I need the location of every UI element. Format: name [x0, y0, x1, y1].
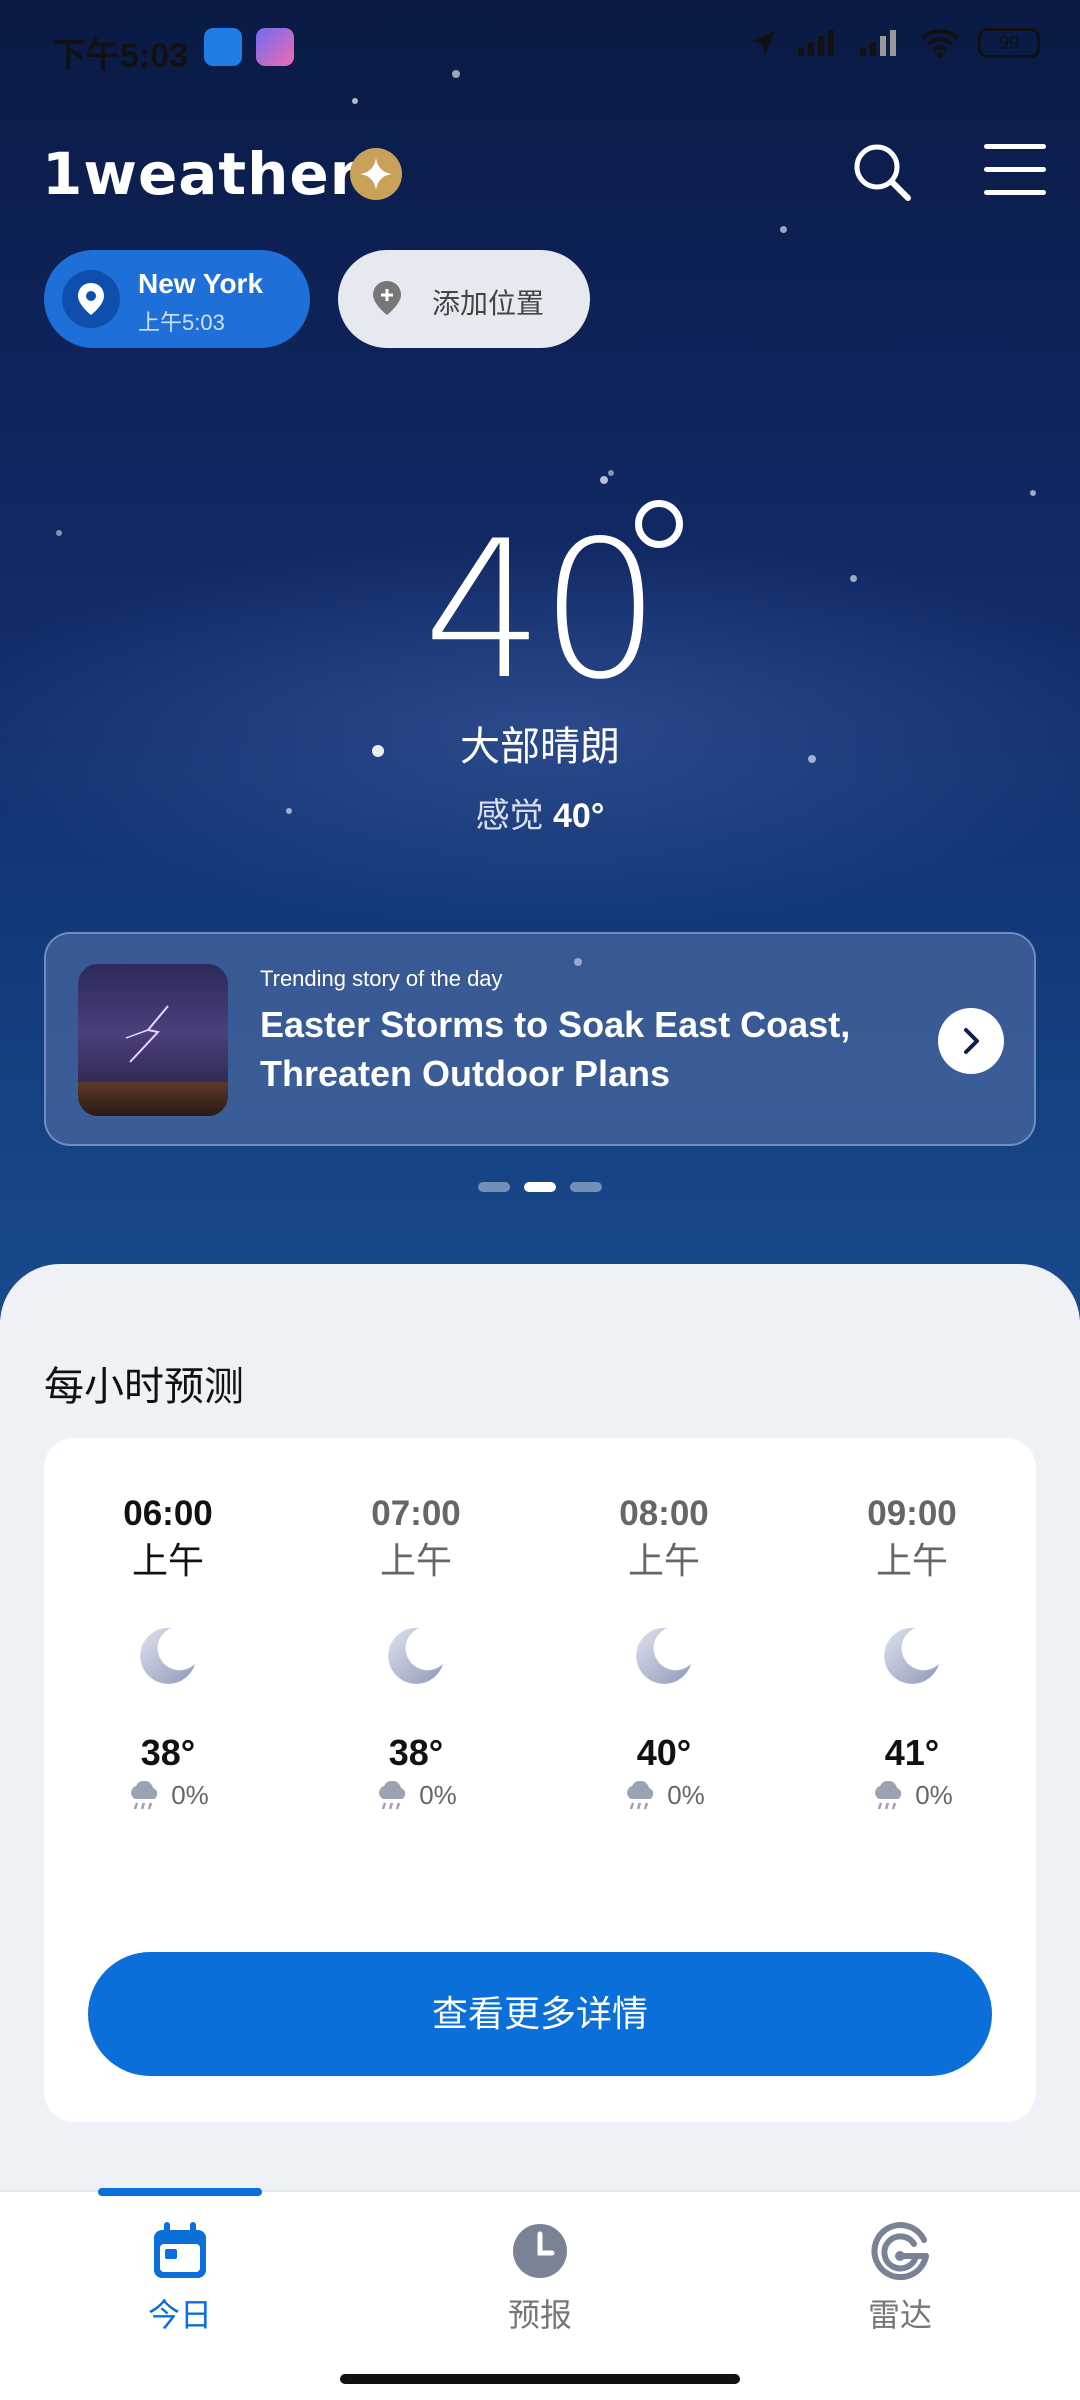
premium-star-icon[interactable] [350, 148, 402, 200]
clock-icon [513, 2224, 567, 2278]
chevron-right-icon[interactable] [938, 1008, 1004, 1074]
feels-like: 感觉 40° [0, 788, 1080, 837]
star [608, 470, 614, 476]
moon-icon [881, 1624, 943, 1686]
moon-icon [137, 1624, 199, 1686]
carousel-dot[interactable] [570, 1182, 602, 1192]
current-temperature: 40 [423, 500, 661, 721]
wifi-icon [920, 29, 960, 58]
star [780, 226, 787, 233]
location-city: New York [138, 268, 264, 299]
add-location-icon [373, 281, 401, 315]
hour-time: 06:00 [123, 1494, 213, 1533]
rain-cloud-icon [379, 1780, 406, 1809]
nav-label-radar: 雷达 [867, 2297, 932, 2333]
battery-icon: 99 [978, 28, 1040, 58]
home-indicator[interactable] [340, 2374, 740, 2384]
search-icon[interactable] [850, 140, 914, 204]
bottom-navigation: 今日 预报 雷达 [0, 2188, 1080, 2400]
current-condition: 大部晴朗 [460, 725, 620, 769]
hour-item[interactable]: 06:00 上午 38° 0% [44, 1492, 292, 1811]
carousel-dot[interactable] [478, 1182, 510, 1192]
status-bar: 下午5:03 99 [0, 0, 1080, 96]
status-icons: 99 [748, 28, 1040, 58]
trending-story-card[interactable]: Trending story of the day Easter Storms … [44, 932, 1036, 1146]
hour-precip-value: 0% [667, 1780, 705, 1810]
carousel-indicator [478, 1182, 604, 1192]
moon-icon [633, 1624, 695, 1686]
hour-precip-value: 0% [171, 1780, 209, 1810]
story-thumbnail [78, 964, 228, 1116]
hour-precip: 0% [788, 1780, 1036, 1811]
hour-precip: 0% [44, 1780, 292, 1811]
hour-temp: 38° [388, 1732, 444, 1773]
feels-like-value: 40° [553, 797, 605, 835]
location-chip-current[interactable]: New York 上午5:03 [44, 250, 310, 348]
feels-like-label: 感觉 [475, 797, 544, 835]
story-kicker: Trending story of the day [260, 966, 503, 991]
hourly-forecast-card: 06:00 上午 38° 0% 07:00 上午 38° 0% 08:00 上午… [44, 1438, 1036, 2122]
nav-label-forecast: 预报 [507, 2297, 572, 2333]
see-more-details-button[interactable]: 查看更多详情 [88, 1952, 992, 2076]
hour-item[interactable]: 08:00 上午 40° 0% [540, 1492, 788, 1811]
story-title: Easter Storms to Soak East Coast, Threat… [260, 1004, 851, 1094]
menu-icon[interactable] [984, 144, 1046, 200]
star [352, 98, 358, 104]
nav-label-today: 今日 [147, 2297, 212, 2333]
rain-cloud-icon [627, 1780, 654, 1809]
status-time: 下午5:03 [52, 37, 189, 75]
hour-time: 07:00 [371, 1494, 461, 1533]
location-pin-icon [62, 270, 120, 328]
hour-temp: 38° [140, 1732, 196, 1773]
battery-level: 99 [998, 33, 1020, 53]
hour-precip-value: 0% [915, 1780, 953, 1810]
star [600, 476, 608, 484]
add-location-button[interactable]: 添加位置 [338, 250, 590, 348]
hour-precip: 0% [292, 1780, 540, 1811]
star [1030, 490, 1036, 496]
degree-symbol [635, 500, 683, 548]
hour-ampm: 上午 [627, 1540, 700, 1581]
location-time: 上午5:03 [138, 310, 225, 335]
calendar-icon [154, 2222, 206, 2278]
radar-icon [871, 2222, 929, 2280]
hour-precip-value: 0% [419, 1780, 457, 1810]
hour-temp: 40° [636, 1732, 692, 1773]
nav-item-forecast[interactable]: 预报 [440, 2220, 640, 2336]
app-logo: 1weather [42, 140, 360, 208]
hour-item[interactable]: 07:00 上午 38° 0% [292, 1492, 540, 1811]
rain-cloud-icon [131, 1780, 158, 1809]
hour-time: 08:00 [619, 1494, 709, 1533]
rain-cloud-icon [875, 1780, 902, 1809]
nav-item-today[interactable]: 今日 [80, 2220, 280, 2336]
moon-icon [385, 1624, 447, 1686]
hourly-section-title: 每小时预测 [44, 1365, 244, 1409]
location-arrow-icon [751, 31, 775, 55]
hour-precip: 0% [540, 1780, 788, 1811]
nav-active-indicator [98, 2188, 262, 2196]
hour-temp: 41° [884, 1732, 940, 1773]
cloud-app-icon [204, 28, 242, 66]
nav-item-radar[interactable]: 雷达 [800, 2220, 1000, 2336]
add-location-label: 添加位置 [432, 288, 545, 319]
signal-icon [798, 30, 834, 56]
signal-icon-secondary [860, 30, 896, 56]
hour-ampm: 上午 [875, 1540, 948, 1581]
hour-item[interactable]: 09:00 上午 41° 0% [788, 1492, 1036, 1811]
hour-ampm: 上午 [379, 1540, 452, 1581]
hour-ampm: 上午 [131, 1540, 204, 1581]
carousel-dot-active[interactable] [524, 1182, 556, 1192]
hour-time: 09:00 [867, 1494, 957, 1533]
rocket-app-icon [256, 28, 294, 66]
